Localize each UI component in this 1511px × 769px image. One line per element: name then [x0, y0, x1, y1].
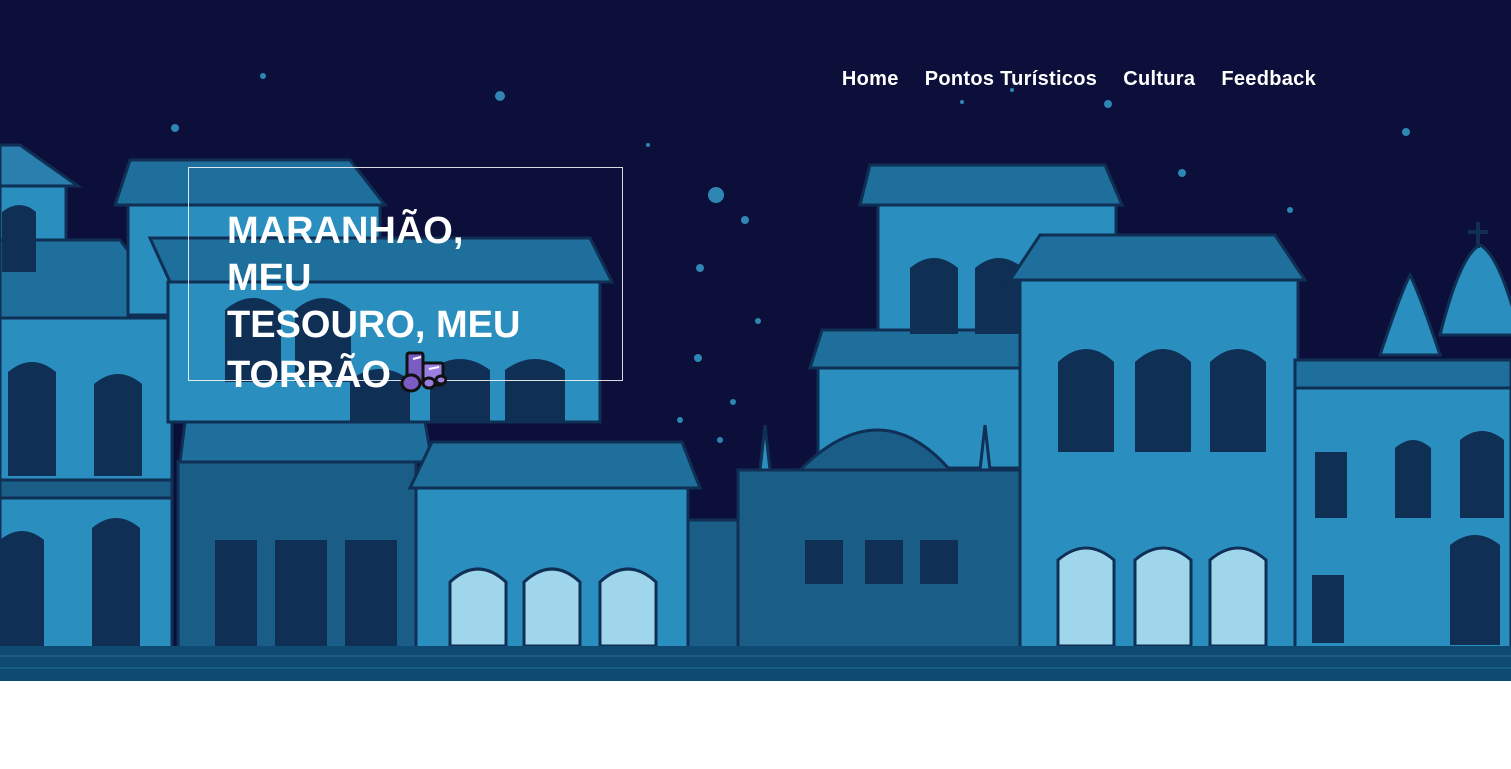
nav-feedback-link[interactable]: Feedback — [1221, 68, 1316, 91]
nav-pontos-turisticos-link[interactable]: Pontos Turísticos — [925, 68, 1098, 91]
hero-title-line1: MARANHÃO, MEU — [227, 210, 464, 299]
hero-title-box: MARANHÃO, MEU TESOURO, MEU TORRÃO — [188, 167, 623, 396]
main-nav: Home Pontos Turísticos Cultura Feedback — [842, 68, 1316, 91]
hero-banner: Home Pontos Turísticos Cultura Feedback … — [0, 0, 1511, 681]
nav-home-link[interactable]: Home — [842, 68, 899, 91]
nav-cultura-link[interactable]: Cultura — [1123, 68, 1195, 91]
hero-title: MARANHÃO, MEU TESOURO, MEU TORRÃO — [227, 208, 547, 399]
hero-title-line3: TORRÃO — [227, 354, 391, 396]
hero-title-line2: TESOURO, MEU — [227, 304, 521, 346]
music-notes-icon — [400, 351, 447, 393]
page-content-area — [0, 681, 1511, 769]
